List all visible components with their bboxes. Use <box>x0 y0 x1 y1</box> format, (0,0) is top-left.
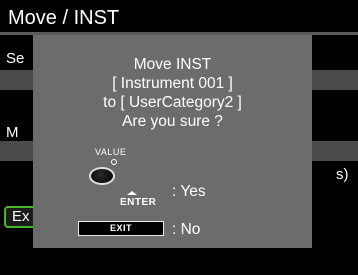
page-title: Move / INST <box>8 7 120 29</box>
value-label: VALUE <box>95 147 127 157</box>
confirm-dialog: Move INST [ Instrument 001 ] to [ UserCa… <box>33 35 312 248</box>
status-text-partial: s) <box>336 166 349 183</box>
value-knob-icon[interactable]: VALUE ENTER <box>87 145 157 209</box>
no-option-text: : No <box>172 221 201 238</box>
enter-arrow-icon <box>127 191 137 195</box>
dialog-line-2: [ Instrument 001 ] <box>112 75 233 92</box>
move-inst-screen: Move / INST Se M s) Ex Move INST [ Instr… <box>0 0 358 275</box>
dialog-line-4: Are you sure ? <box>122 113 223 130</box>
enter-label: ENTER <box>120 197 157 208</box>
dialog-line-3: to [ UserCategory2 ] <box>103 94 242 111</box>
value-indicator-dot <box>111 159 117 165</box>
knob-shape <box>89 167 115 185</box>
source-label-partial: Se <box>6 50 25 67</box>
yes-option-text: : Yes <box>172 183 206 200</box>
dialog-line-1: Move INST <box>133 56 212 73</box>
exit-key-button[interactable]: EXIT <box>78 221 164 236</box>
move-to-label-partial: M <box>6 124 19 141</box>
